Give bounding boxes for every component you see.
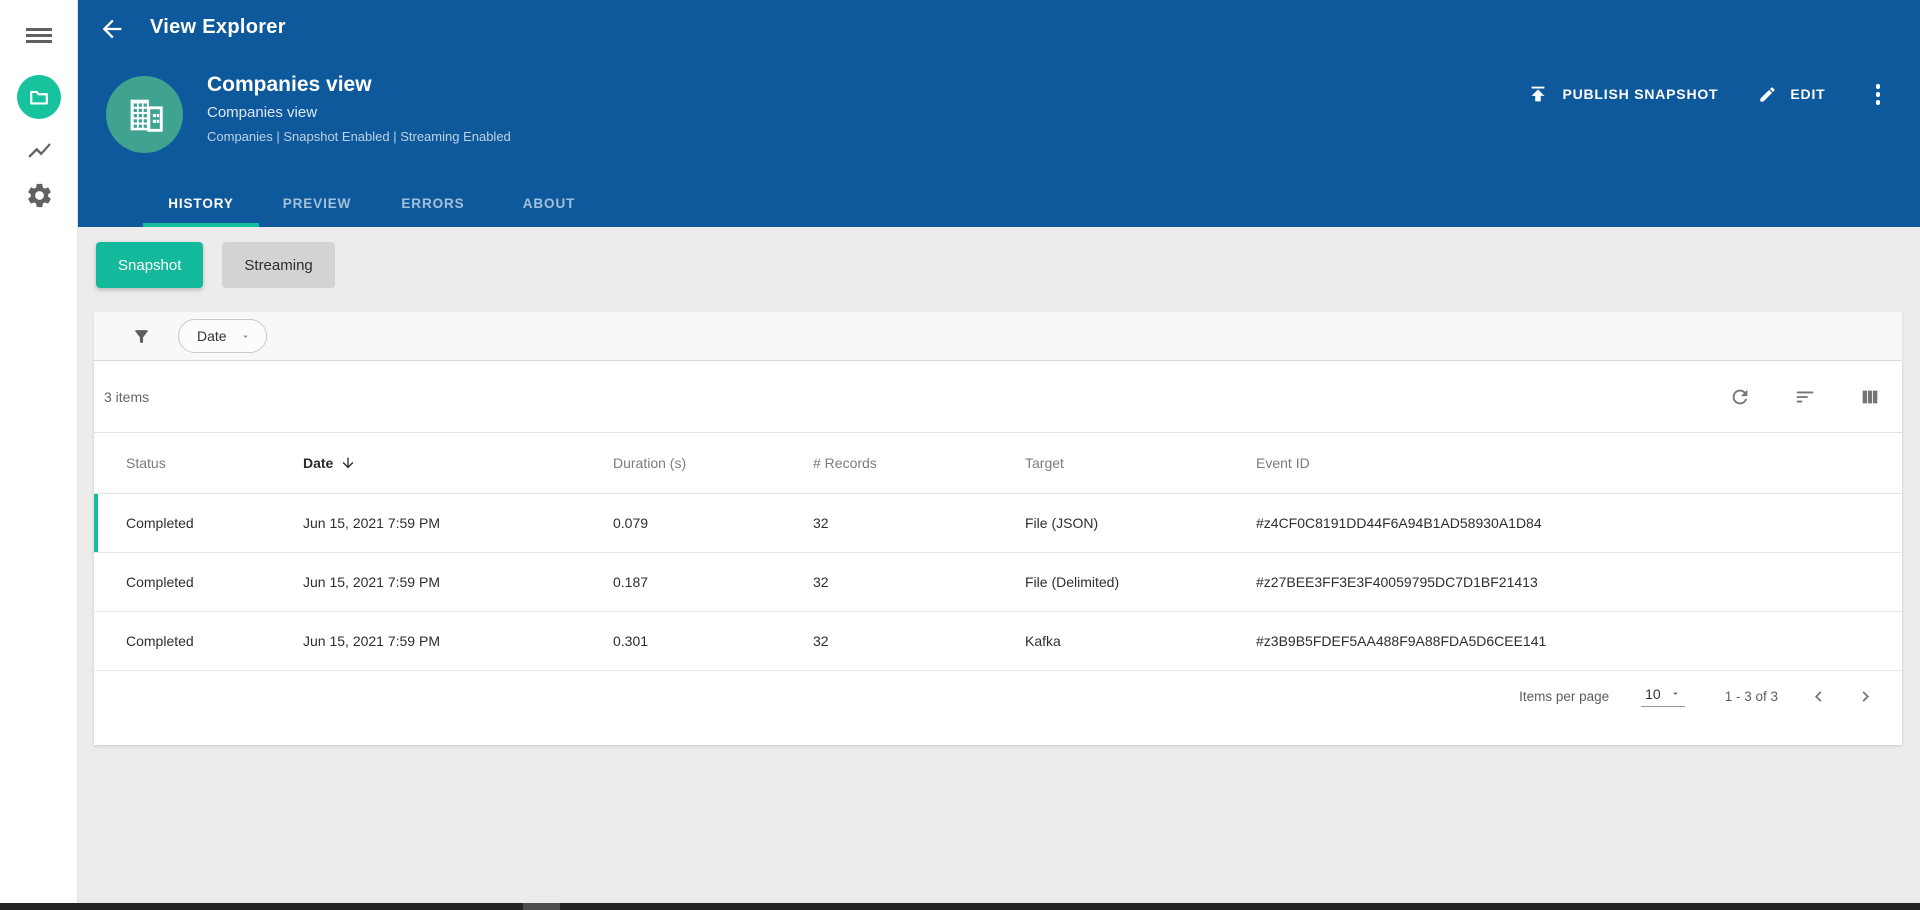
- tab-bar: HISTORY PREVIEW ERRORS ABOUT: [143, 179, 607, 227]
- table-toolbar-icons: [1729, 386, 1881, 408]
- page-title: View Explorer: [150, 16, 286, 38]
- snapshot-toggle-label: Snapshot: [118, 256, 182, 274]
- horizontal-scrollbar-thumb[interactable]: [523, 903, 560, 910]
- column-header-status[interactable]: Status: [126, 455, 303, 471]
- sort-icon[interactable]: [1794, 386, 1816, 408]
- streaming-toggle-button[interactable]: Streaming: [222, 242, 335, 288]
- publish-snapshot-button[interactable]: PUBLISH SNAPSHOT: [1527, 83, 1718, 105]
- streaming-toggle-label: Streaming: [244, 256, 313, 274]
- app-header: View Explorer Companies view Companies v…: [78, 0, 1920, 227]
- tab-history-label: HISTORY: [168, 195, 234, 211]
- mode-toggle-group: Snapshot Streaming: [96, 242, 335, 288]
- back-arrow-icon[interactable]: [98, 15, 126, 43]
- cell-date: Jun 15, 2021 7:59 PM: [303, 633, 440, 649]
- horizontal-scrollbar-track[interactable]: [0, 903, 1920, 910]
- gear-icon: [25, 181, 54, 210]
- tab-preview[interactable]: PREVIEW: [259, 179, 375, 227]
- sidebar-item-activity[interactable]: [26, 137, 53, 164]
- sort-desc-arrow-icon: [340, 455, 356, 471]
- entity-title: Companies view: [207, 73, 372, 96]
- tab-errors[interactable]: ERRORS: [375, 179, 491, 227]
- cell-status: Completed: [126, 574, 194, 590]
- cell-records: 32: [813, 574, 829, 590]
- column-header-duration[interactable]: Duration (s): [613, 455, 813, 471]
- tab-errors-label: ERRORS: [401, 195, 465, 211]
- pagination-controls: [1808, 686, 1876, 707]
- edit-button[interactable]: EDIT: [1758, 85, 1825, 104]
- folder-icon: [28, 86, 50, 108]
- header-actions: PUBLISH SNAPSHOT EDIT: [1527, 80, 1886, 109]
- cell-event-id: #z4CF0C8191DD44F6A94B1AD58930A1D84: [1256, 515, 1542, 531]
- edit-label: EDIT: [1790, 86, 1826, 103]
- tab-preview-label: PREVIEW: [282, 195, 352, 211]
- column-header-date[interactable]: Date: [303, 455, 613, 471]
- table-row[interactable]: Completed Jun 15, 2021 7:59 PM 0.301 32 …: [94, 612, 1902, 671]
- filter-bar: Date: [94, 312, 1902, 361]
- tab-about-label: ABOUT: [522, 195, 576, 211]
- chevron-down-icon: [240, 331, 251, 342]
- table-row[interactable]: Completed Jun 15, 2021 7:59 PM 0.187 32 …: [94, 553, 1902, 612]
- column-header-date-label: Date: [303, 455, 334, 471]
- history-tab-content: Snapshot Streaming Date 3 items Status D…: [78, 227, 1920, 903]
- column-header-event-id[interactable]: Event ID: [1256, 455, 1902, 471]
- column-header-records[interactable]: # Records: [813, 455, 1025, 471]
- entity-meta: Companies | Snapshot Enabled | Streaming…: [207, 129, 511, 144]
- previous-page-chevron-icon[interactable]: [1808, 686, 1829, 707]
- page-size-value: 10: [1645, 685, 1661, 702]
- next-page-chevron-icon[interactable]: [1855, 686, 1876, 707]
- date-filter-dropdown[interactable]: Date: [178, 319, 267, 353]
- tab-about[interactable]: ABOUT: [491, 179, 607, 227]
- line-chart-icon: [26, 137, 53, 164]
- columns-icon[interactable]: [1859, 386, 1881, 408]
- table-header-row: Status Date Duration (s) # Records Targe…: [94, 433, 1902, 494]
- cell-duration: 0.301: [613, 633, 649, 649]
- column-header-target[interactable]: Target: [1025, 455, 1256, 471]
- page-size-dropdown[interactable]: 10: [1641, 686, 1685, 707]
- table-toolbar: 3 items: [94, 361, 1902, 433]
- items-per-page-label: Items per page: [1519, 688, 1610, 704]
- snapshot-toggle-button[interactable]: Snapshot: [96, 242, 204, 288]
- cell-records: 32: [813, 515, 829, 531]
- cell-duration: 0.187: [613, 574, 649, 590]
- tab-history[interactable]: HISTORY: [143, 179, 259, 227]
- entity-avatar: [106, 76, 183, 153]
- entity-text-block: Companies view Companies view Companies …: [207, 73, 511, 144]
- pagination-bar: Items per page 10 1 - 3 of 3: [94, 671, 1902, 721]
- items-count: 3 items: [104, 388, 150, 405]
- building-icon: [122, 92, 168, 138]
- sidebar-item-settings[interactable]: [25, 181, 54, 210]
- cell-date: Jun 15, 2021 7:59 PM: [303, 574, 440, 590]
- cell-status: Completed: [126, 633, 194, 649]
- pencil-icon: [1758, 85, 1777, 104]
- filter-funnel-icon[interactable]: [132, 327, 151, 346]
- hamburger-menu-icon[interactable]: [26, 28, 52, 43]
- history-table-card: 3 items Status Date Duration (s) # Recor…: [94, 361, 1902, 745]
- more-options-kebab-icon[interactable]: [1870, 80, 1887, 109]
- upload-icon: [1527, 83, 1549, 105]
- cell-status: Completed: [126, 515, 194, 531]
- sidebar-item-views[interactable]: [17, 75, 61, 119]
- chevron-down-icon: [1670, 688, 1681, 699]
- cell-date: Jun 15, 2021 7:59 PM: [303, 515, 440, 531]
- table-row[interactable]: Completed Jun 15, 2021 7:59 PM 0.079 32 …: [94, 494, 1902, 553]
- date-filter-value: Date: [197, 328, 227, 344]
- page-range-label: 1 - 3 of 3: [1724, 688, 1778, 704]
- cell-event-id: #z3B9B5FDEF5AA488F9A88FDA5D6CEE141: [1256, 633, 1547, 649]
- refresh-icon[interactable]: [1729, 386, 1751, 408]
- cell-duration: 0.079: [613, 515, 649, 531]
- selected-row-indicator: [94, 494, 98, 552]
- cell-target: File (Delimited): [1025, 574, 1120, 590]
- cell-records: 32: [813, 633, 829, 649]
- cell-target: Kafka: [1025, 633, 1061, 649]
- cell-target: File (JSON): [1025, 515, 1099, 531]
- publish-snapshot-label: PUBLISH SNAPSHOT: [1562, 86, 1719, 103]
- cell-event-id: #z27BEE3FF3E3F40059795DC7D1BF21413: [1256, 574, 1538, 590]
- left-sidebar: [0, 0, 78, 903]
- entity-subtitle: Companies view: [207, 104, 318, 121]
